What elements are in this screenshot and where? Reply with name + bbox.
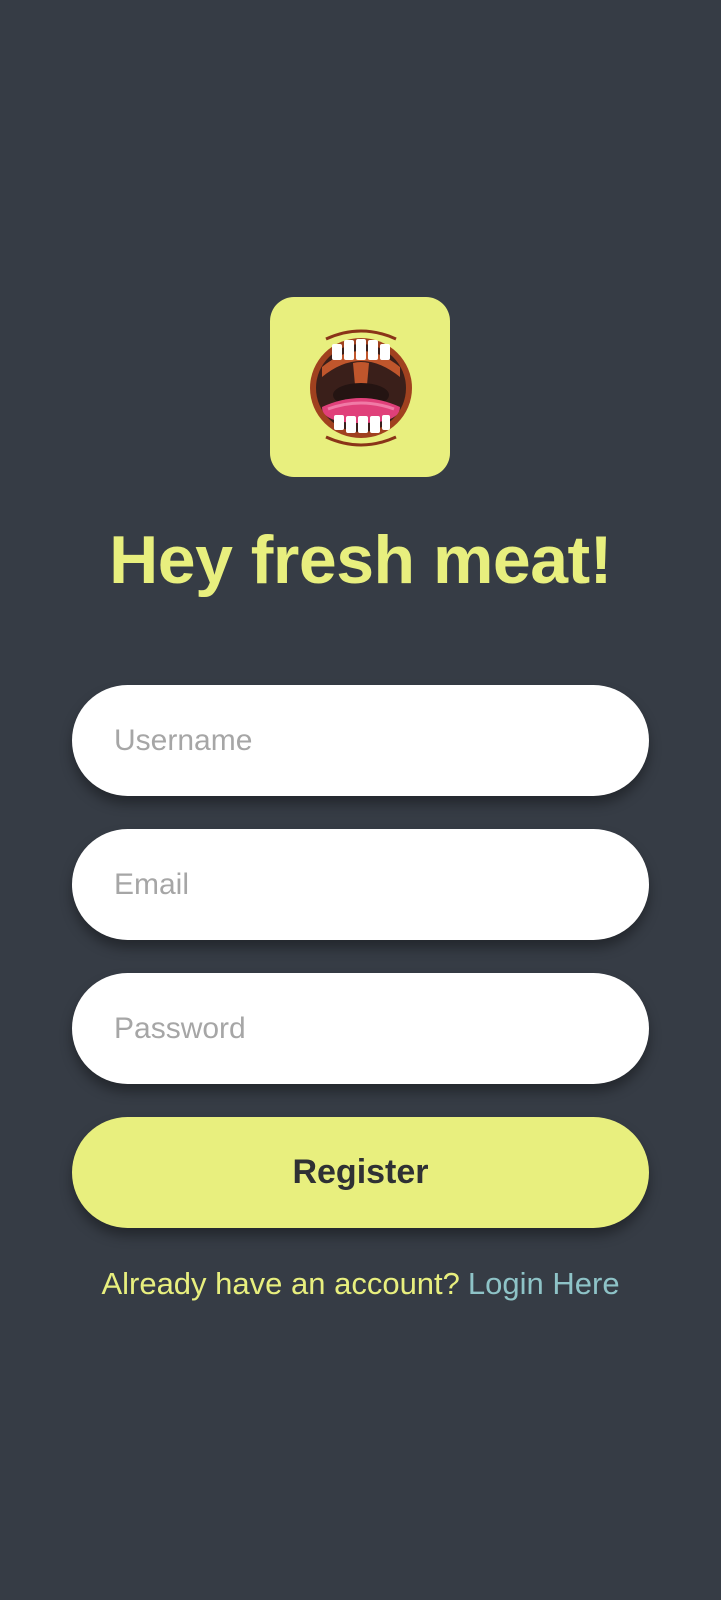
page-title: Hey fresh meat!: [109, 522, 612, 598]
password-input[interactable]: [114, 973, 614, 1084]
login-link[interactable]: Login Here: [468, 1266, 620, 1301]
register-screen: Hey fresh meat! Register Already have an…: [0, 0, 721, 1600]
login-prompt: Already have an account? Login Here: [0, 1264, 721, 1304]
password-field[interactable]: [72, 973, 649, 1084]
register-button[interactable]: Register: [72, 1117, 649, 1228]
email-field[interactable]: [72, 829, 649, 940]
username-input[interactable]: [114, 685, 614, 796]
login-prompt-text: Already have an account?: [101, 1266, 460, 1301]
app-logo: [270, 297, 450, 477]
username-field[interactable]: [72, 685, 649, 796]
open-mouth-icon: [310, 329, 412, 447]
email-input[interactable]: [114, 829, 614, 940]
